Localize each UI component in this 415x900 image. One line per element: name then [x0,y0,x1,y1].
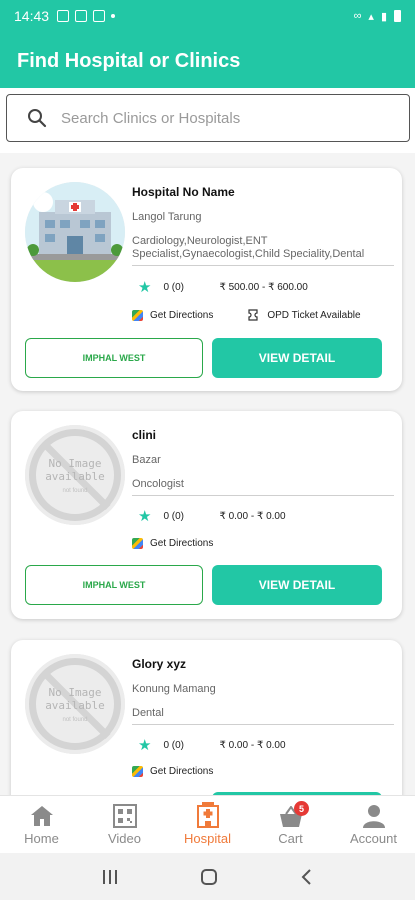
opd-ticket-info: OPD Ticket Available [247,309,361,321]
star-icon: ★ [138,508,152,525]
hospital-name: Glory xyz [132,657,187,671]
rating-price-row: ★ 0 (0) ₹ 0.00 - ₹ 0.00 [138,736,392,754]
status-time: 14:43 [14,8,50,24]
hospital-address: Konung Mamang [132,683,216,695]
back-icon[interactable] [300,868,314,886]
hospital-name: Hospital No Name [132,185,235,199]
wifi-icon: ▴ [368,10,374,23]
no-image-placeholder: No Image available not found [25,654,125,754]
no-image-placeholder: No Image available not found [25,425,125,525]
recents-icon[interactable] [101,869,119,885]
rating-price-row: ★ 0 (0) ₹ 500.00 - ₹ 600.00 [138,278,392,296]
get-directions-link[interactable]: Get Directions [132,766,213,777]
view-detail-button[interactable]: VIEW DETAIL [212,338,382,378]
notification-icon [57,10,70,22]
no-image-text: No Image available [45,457,105,483]
hospital-building-icon [25,182,125,282]
rating-text: 0 (0) [163,281,185,293]
map-icon [132,538,143,549]
battery-icon [394,10,401,22]
nav-cart-label: Cart [278,831,303,846]
system-nav-bar [0,853,415,900]
nav-hospital[interactable]: Hospital [166,796,249,853]
get-directions-link[interactable]: Get Directions [132,538,213,549]
hospital-specialities: Cardiology,Neurologist,ENT Specialist,Gy… [132,235,394,266]
nav-home[interactable]: Home [0,796,83,853]
home-icon [30,806,53,826]
opd-ticket-label: OPD Ticket Available [267,309,361,321]
nav-home-label: Home [24,831,59,846]
area-button[interactable]: IMPHAL WEST [25,565,203,605]
hospital-specialities: Dental [132,707,394,725]
bottom-nav: Home Video Hospital 5 Cart Account [0,795,415,853]
hospital-address: Langol Tarung [132,211,202,223]
hospital-card[interactable]: No Image available not found Glory xyz K… [11,640,402,795]
star-icon: ★ [138,279,152,296]
nav-cart[interactable]: 5 Cart [249,796,332,853]
hospital-card[interactable]: Hospital No Name Langol Tarung Cardiolog… [11,168,402,391]
document-icon [93,10,106,22]
rating-text: 0 (0) [163,739,185,751]
ticket-icon [248,309,258,321]
hospital-icon [196,802,219,828]
hospital-address: Bazar [132,454,161,466]
get-directions-link[interactable]: Get Directions [132,309,214,321]
view-detail-button[interactable]: VIEW DETAIL [212,565,382,605]
home-button-icon[interactable] [200,868,218,886]
nav-account[interactable]: Account [332,796,415,853]
no-image-subtext: not found [62,488,88,494]
search-box[interactable] [6,94,410,142]
nav-hospital-label: Hospital [184,831,231,846]
more-notifications-icon [111,14,116,18]
gallery-icon [75,10,88,22]
nav-video[interactable]: Video [83,796,166,853]
get-directions-label: Get Directions [150,766,214,777]
search-section [0,88,415,153]
link-icon: ∞ [353,10,362,22]
cart-count-badge: 5 [294,801,309,816]
hospital-name: clini [132,428,157,442]
rating-text: 0 (0) [163,510,185,522]
search-input[interactable] [61,109,381,127]
nav-account-label: Account [350,831,397,846]
rating-price-row: ★ 0 (0) ₹ 0.00 - ₹ 0.00 [138,507,392,525]
qr-video-icon [112,804,137,828]
nav-video-label: Video [107,831,141,846]
hospital-image [25,182,125,282]
star-icon: ★ [138,737,152,754]
price-range: ₹ 500.00 - ₹ 600.00 [219,281,308,293]
search-icon [28,109,47,128]
app-header: 14:43 ∞ ▴ ▮ Find Hospital or Clinics [0,0,415,88]
no-image-subtext: not found [62,717,88,723]
account-icon [362,805,385,828]
hospital-list[interactable]: Hospital No Name Langol Tarung Cardiolog… [0,153,415,795]
price-range: ₹ 0.00 - ₹ 0.00 [219,739,286,751]
signal-icon: ▮ [380,10,387,23]
hospital-specialities: Oncologist [132,478,394,496]
map-icon [132,309,143,321]
get-directions-label: Get Directions [150,538,214,549]
get-directions-label: Get Directions [150,309,214,321]
no-image-text: No Image available [45,686,105,712]
status-bar: 14:43 ∞ ▴ ▮ [0,0,415,32]
page-title: Find Hospital or Clinics [17,50,241,72]
area-button[interactable]: IMPHAL WEST [25,338,203,378]
map-icon [132,766,143,777]
hospital-card[interactable]: No Image available not found clini Bazar… [11,411,402,619]
price-range: ₹ 0.00 - ₹ 0.00 [219,510,286,522]
